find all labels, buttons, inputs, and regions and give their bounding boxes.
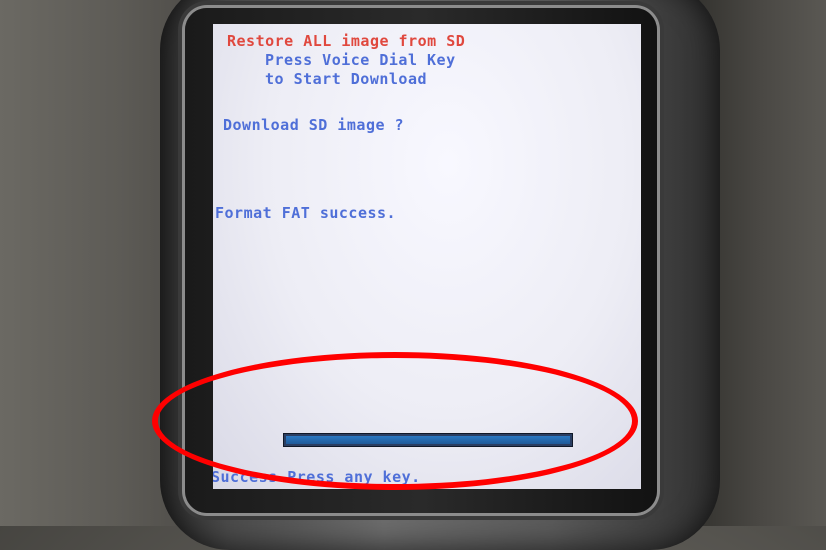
phone-screen: Restore ALL image from SD Press Voice Di… (213, 24, 641, 489)
instruction-line-2: to Start Download (265, 70, 428, 88)
download-prompt: Download SD image ? (223, 116, 405, 134)
restore-title: Restore ALL image from SD (227, 32, 466, 50)
progress-fill (286, 436, 570, 444)
progress-bar (283, 433, 573, 447)
format-status: Format FAT success. (215, 204, 397, 222)
success-status: Success.Press any key. (213, 468, 421, 486)
instruction-line-1: Press Voice Dial Key (265, 51, 456, 69)
